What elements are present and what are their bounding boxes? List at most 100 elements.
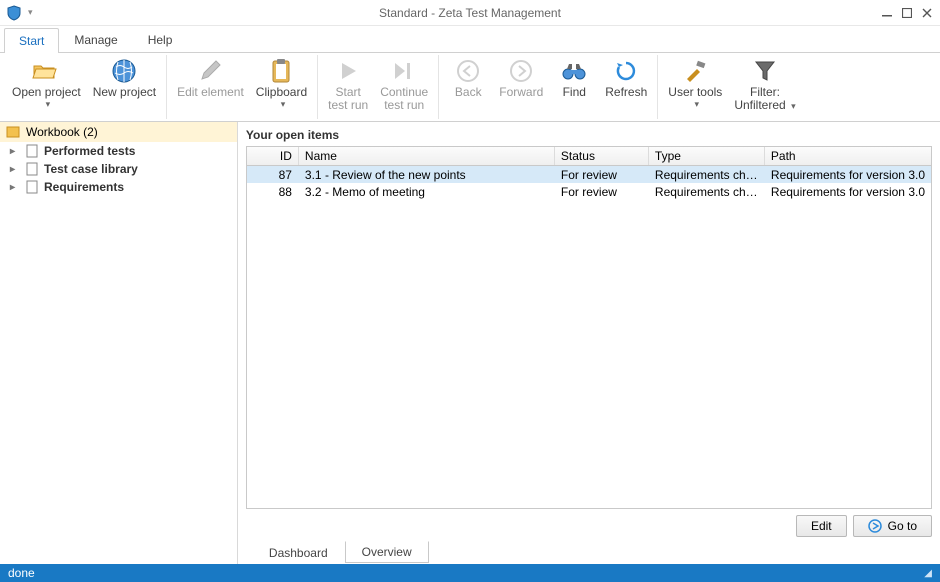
grid-body[interactable]: 87 3.1 - Review of the new points For re… xyxy=(247,166,931,508)
minimize-button[interactable] xyxy=(878,4,896,22)
bottom-tabs: Dashboard Overview xyxy=(246,542,932,564)
clipboard-button[interactable]: Clipboard ▾ xyxy=(250,55,313,119)
tree-expand-icon[interactable]: ▸ xyxy=(10,146,20,157)
column-header-path[interactable]: Path xyxy=(765,147,931,165)
column-header-name[interactable]: Name xyxy=(299,147,555,165)
tab-overview[interactable]: Overview xyxy=(345,541,429,563)
grid-header: ID Name Status Type Path xyxy=(247,147,931,166)
clipboard-label: Clipboard xyxy=(256,86,307,99)
chevron-down-icon: ▾ xyxy=(46,99,51,110)
cell-status: For review xyxy=(555,183,649,201)
play-next-icon xyxy=(390,57,418,85)
sidebar-item-test-case-library[interactable]: ▸ Test case library xyxy=(0,160,237,178)
filter-button[interactable]: Filter:Unfiltered ▾ xyxy=(728,55,801,119)
cell-status: For review xyxy=(555,166,649,184)
globe-icon xyxy=(110,57,138,85)
cell-name: 3.1 - Review of the new points xyxy=(299,166,555,184)
hammer-icon xyxy=(681,57,709,85)
refresh-label: Refresh xyxy=(605,86,647,99)
goto-button[interactable]: Go to xyxy=(853,515,932,537)
tab-start[interactable]: Start xyxy=(4,28,59,53)
document-icon xyxy=(25,162,39,176)
funnel-icon xyxy=(751,57,779,85)
menubar: Start Manage Help xyxy=(0,26,940,52)
resize-grip-icon[interactable]: ◢ xyxy=(924,568,932,579)
document-icon xyxy=(25,180,39,194)
tree-root-workbook[interactable]: Workbook (2) xyxy=(0,122,237,142)
user-tools-button[interactable]: User tools ▾ xyxy=(662,55,728,119)
window-title: Standard - Zeta Test Management xyxy=(0,6,940,20)
folder-open-icon xyxy=(32,57,60,85)
titlebar: ▾ Standard - Zeta Test Management xyxy=(0,0,940,26)
tab-help[interactable]: Help xyxy=(133,27,188,52)
find-button[interactable]: Find xyxy=(549,55,599,119)
binoculars-icon xyxy=(560,57,588,85)
new-project-label: New project xyxy=(93,86,156,99)
tab-manage[interactable]: Manage xyxy=(59,27,132,52)
statusbar: done ◢ xyxy=(0,564,940,582)
start-l1: Start xyxy=(336,85,361,99)
goto-button-label: Go to xyxy=(888,519,917,533)
quick-access-dropdown[interactable]: ▾ xyxy=(28,7,33,18)
back-label: Back xyxy=(455,86,482,99)
workbook-icon xyxy=(6,125,20,139)
chevron-down-icon: ▾ xyxy=(695,99,700,110)
tree-expand-icon[interactable]: ▸ xyxy=(10,164,20,175)
action-bar: Edit Go to xyxy=(246,509,932,543)
filter-l1: Filter: xyxy=(750,85,780,99)
start-test-run-button: Starttest run xyxy=(322,55,374,119)
refresh-button[interactable]: Refresh xyxy=(599,55,653,119)
cell-path: Requirements for version 3.0 xyxy=(765,183,931,201)
user-tools-label: User tools xyxy=(668,86,722,99)
close-button[interactable] xyxy=(918,4,936,22)
cell-type: Requirements chapter xyxy=(649,166,765,184)
cell-type: Requirements chapter xyxy=(649,183,765,201)
cell-id: 87 xyxy=(247,166,299,184)
open-project-button[interactable]: Open project ▾ xyxy=(6,55,87,119)
back-button: Back xyxy=(443,55,493,119)
table-row[interactable]: 87 3.1 - Review of the new points For re… xyxy=(247,166,931,183)
goto-icon xyxy=(868,519,882,533)
filter-l2: Unfiltered xyxy=(734,98,785,112)
clipboard-icon xyxy=(267,57,295,85)
open-items-grid: ID Name Status Type Path 87 3.1 - Review… xyxy=(246,146,932,509)
find-label: Find xyxy=(563,86,586,99)
document-icon xyxy=(25,144,39,158)
table-row[interactable]: 88 3.2 - Memo of meeting For review Requ… xyxy=(247,183,931,200)
play-icon xyxy=(334,57,362,85)
sidebar-item-label: Performed tests xyxy=(44,144,135,158)
column-header-type[interactable]: Type xyxy=(649,147,765,165)
tree-expand-icon[interactable]: ▸ xyxy=(10,182,20,193)
new-project-button[interactable]: New project xyxy=(87,55,162,119)
edit-element-label: Edit element xyxy=(177,86,244,99)
app-icon xyxy=(6,5,22,21)
sidebar: Workbook (2) ▸ Performed tests ▸ Test ca… xyxy=(0,122,238,564)
arrow-left-icon xyxy=(454,57,482,85)
start-l2: test run xyxy=(328,98,368,112)
sidebar-item-label: Requirements xyxy=(44,180,124,194)
maximize-button[interactable] xyxy=(898,4,916,22)
column-header-status[interactable]: Status xyxy=(555,147,649,165)
edit-button[interactable]: Edit xyxy=(796,515,847,537)
pencil-icon xyxy=(196,57,224,85)
column-header-id[interactable]: ID xyxy=(247,147,299,165)
edit-button-label: Edit xyxy=(811,519,832,533)
open-project-label: Open project xyxy=(12,86,81,99)
forward-button: Forward xyxy=(493,55,549,119)
cell-name: 3.2 - Memo of meeting xyxy=(299,183,555,201)
arrow-right-icon xyxy=(507,57,535,85)
edit-element-button: Edit element xyxy=(171,55,250,119)
sidebar-item-label: Test case library xyxy=(44,162,138,176)
sidebar-item-performed-tests[interactable]: ▸ Performed tests xyxy=(0,142,237,160)
ribbon: Open project ▾ New project Edit element … xyxy=(0,52,940,122)
tree-root-label: Workbook (2) xyxy=(26,125,98,139)
forward-label: Forward xyxy=(499,86,543,99)
status-text: done xyxy=(8,566,35,580)
chevron-down-icon: ▾ xyxy=(281,99,286,110)
tab-dashboard[interactable]: Dashboard xyxy=(252,542,345,564)
sidebar-item-requirements[interactable]: ▸ Requirements xyxy=(0,178,237,196)
continue-test-run-button: Continuetest run xyxy=(374,55,434,119)
refresh-icon xyxy=(612,57,640,85)
main-content: Your open items ID Name Status Type Path… xyxy=(238,122,940,564)
chevron-down-icon: ▾ xyxy=(789,101,796,111)
